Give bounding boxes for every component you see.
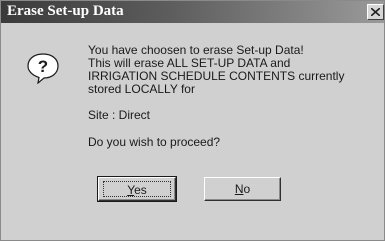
close-button[interactable]	[367, 4, 384, 20]
site-label: Site : Direct	[88, 108, 151, 122]
svg-text:?: ?	[38, 57, 48, 76]
erase-setup-dialog: Erase Set-up Data ? You have choosen to …	[0, 0, 385, 241]
no-label-rest: o	[243, 182, 251, 196]
yes-button[interactable]: Yes	[97, 176, 177, 202]
title-bar[interactable]: Erase Set-up Data	[1, 1, 384, 23]
dialog-title: Erase Set-up Data	[7, 3, 124, 19]
yes-label-rest: es	[134, 183, 147, 197]
question-icon: ?	[27, 53, 59, 84]
message-line-4: stored LOCALLY for	[88, 82, 195, 96]
yes-focus-rect: Yes	[103, 181, 171, 197]
proceed-prompt: Do you wish to proceed?	[88, 135, 221, 149]
close-icon	[371, 8, 380, 16]
no-button[interactable]: No	[204, 177, 281, 201]
